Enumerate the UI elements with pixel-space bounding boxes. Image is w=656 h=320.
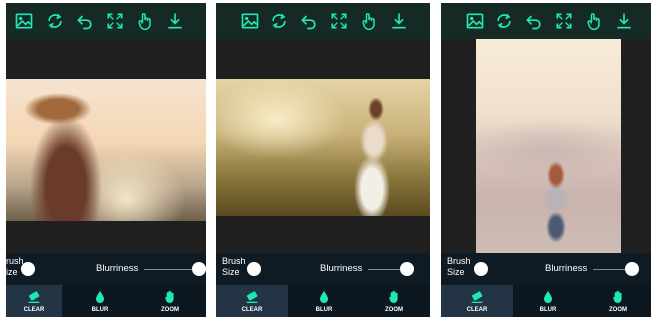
top-toolbar — [6, 3, 206, 39]
photo-woman-foggy-field — [476, 39, 621, 253]
tab-clear[interactable]: CLEAR — [441, 285, 513, 317]
undo-icon[interactable] — [299, 11, 319, 31]
bottom-tab-bar: CLEAR BLUR ZOOM — [216, 285, 430, 317]
slider-panel: Brush Size Blurriness — [216, 253, 430, 285]
photo-canvas[interactable] — [216, 39, 430, 253]
eraser-icon — [471, 291, 483, 303]
tab-zoom-label: ZOOM — [161, 307, 179, 313]
reset-icon[interactable] — [269, 11, 289, 31]
brush-size-label: Brush Size — [222, 256, 246, 277]
tab-clear-label: CLEAR — [466, 307, 488, 313]
slider-panel: Brush Size Blurriness — [441, 253, 651, 285]
hand-icon — [613, 290, 622, 303]
brush-size-label: Brush Size — [447, 256, 471, 277]
blurriness-slider-knob[interactable] — [625, 262, 639, 276]
blurriness-slider-knob[interactable] — [400, 262, 414, 276]
tab-clear-label: CLEAR — [23, 307, 45, 313]
tab-zoom[interactable]: ZOOM — [587, 285, 649, 317]
tab-blur-label: BLUR — [91, 307, 109, 313]
brush-size-slider-knob[interactable] — [474, 262, 488, 276]
blurriness-label: Blurriness — [320, 263, 363, 274]
download-icon[interactable] — [165, 11, 185, 31]
photo-woman-dress-field — [216, 79, 430, 216]
bottom-tab-bar: CLEAR BLUR ZOOM — [6, 285, 206, 317]
blurriness-label: Blurriness — [545, 263, 588, 274]
download-icon[interactable] — [614, 11, 634, 31]
bottom-tab-bar: CLEAR BLUR ZOOM — [441, 285, 651, 317]
tab-zoom-label: ZOOM — [385, 307, 403, 313]
blurriness-slider-track[interactable] — [144, 269, 196, 270]
slider-panel: rush ize Blurriness — [6, 253, 206, 285]
blurriness-slider-knob[interactable] — [192, 262, 206, 276]
tab-zoom-label: ZOOM — [609, 307, 627, 313]
drop-icon — [320, 291, 328, 303]
tab-blur[interactable]: BLUR — [517, 285, 579, 317]
fullscreen-icon[interactable] — [554, 11, 574, 31]
app-screen-1: rush ize Blurriness CLEAR BLUR ZOOM — [6, 3, 206, 317]
app-screen-3: Brush Size Blurriness CLEAR BLUR ZOOM — [441, 3, 651, 317]
reset-icon[interactable] — [45, 11, 65, 31]
image-icon[interactable] — [240, 11, 260, 31]
hand-icon — [389, 290, 398, 303]
undo-icon[interactable] — [524, 11, 544, 31]
photo-canvas[interactable] — [6, 39, 206, 253]
app-screen-2: Brush Size Blurriness CLEAR BLUR ZOOM — [216, 3, 430, 317]
eraser-icon — [246, 291, 258, 303]
touch-icon[interactable] — [584, 11, 604, 31]
tab-blur-label: BLUR — [539, 307, 557, 313]
fullscreen-icon[interactable] — [105, 11, 125, 31]
drop-icon — [96, 291, 104, 303]
fullscreen-icon[interactable] — [329, 11, 349, 31]
image-icon[interactable] — [14, 11, 34, 31]
hand-icon — [165, 290, 174, 303]
tab-blur-label: BLUR — [315, 307, 333, 313]
photo-canvas[interactable] — [441, 39, 651, 253]
drop-icon — [544, 291, 552, 303]
touch-icon[interactable] — [359, 11, 379, 31]
tab-blur[interactable]: BLUR — [72, 285, 128, 317]
brush-size-slider-knob[interactable] — [21, 262, 35, 276]
touch-icon[interactable] — [135, 11, 155, 31]
top-toolbar — [441, 3, 651, 39]
download-icon[interactable] — [389, 11, 409, 31]
reset-icon[interactable] — [494, 11, 514, 31]
brush-size-slider-knob[interactable] — [247, 262, 261, 276]
blurriness-label: Blurriness — [96, 263, 139, 274]
tab-blur[interactable]: BLUR — [292, 285, 356, 317]
tab-zoom[interactable]: ZOOM — [142, 285, 198, 317]
tab-clear[interactable]: CLEAR — [6, 285, 62, 317]
tab-clear-label: CLEAR — [241, 307, 263, 313]
tab-clear[interactable]: CLEAR — [216, 285, 288, 317]
eraser-icon — [28, 291, 40, 303]
image-icon[interactable] — [465, 11, 485, 31]
photo-woman-hat — [6, 79, 206, 221]
top-toolbar — [216, 3, 430, 39]
tab-zoom[interactable]: ZOOM — [362, 285, 426, 317]
undo-icon[interactable] — [75, 11, 95, 31]
